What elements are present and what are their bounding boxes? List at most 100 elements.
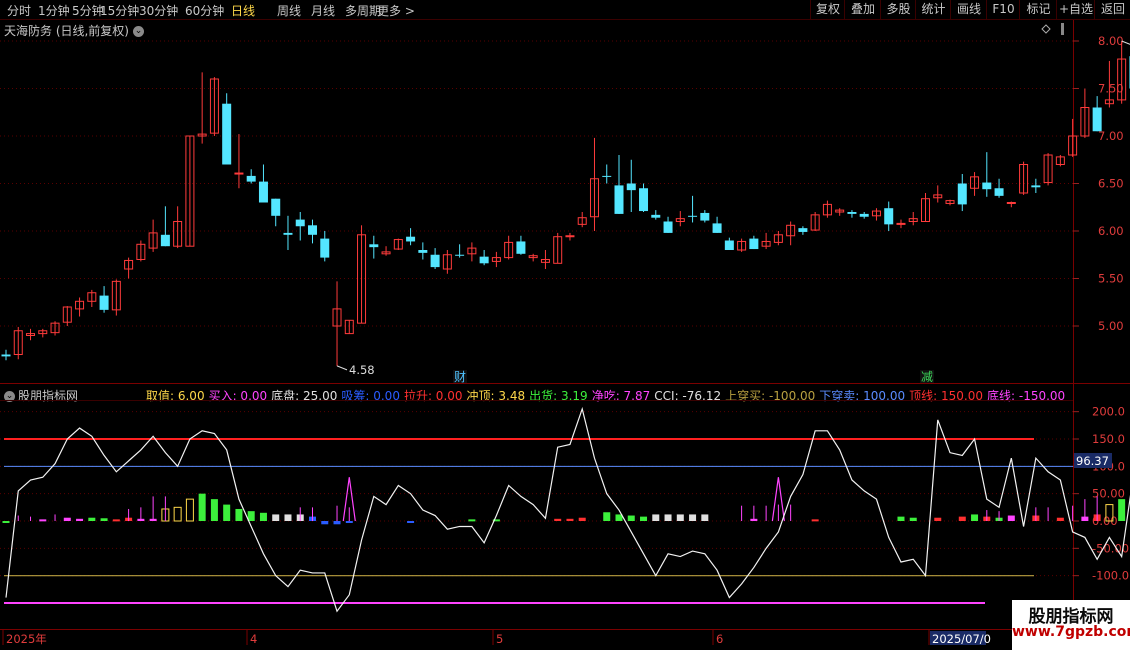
current-value-label: 96.37: [1076, 454, 1109, 468]
candle-down: [651, 214, 661, 218]
price-tick-label: 5.00: [1098, 319, 1124, 333]
indicator-bar: [2, 521, 10, 523]
indicator-bar: [664, 514, 672, 521]
candle-down: [957, 183, 967, 205]
candle-down: [798, 228, 808, 232]
indicator-bar: [210, 499, 218, 521]
indicator-bar: [701, 514, 709, 521]
candle-down: [859, 213, 869, 217]
candle-down: [602, 175, 612, 177]
indicator-bar: [689, 514, 697, 521]
scroll-icon: [1061, 23, 1064, 35]
candle-up: [565, 235, 575, 238]
indicator-bar: [1007, 515, 1015, 521]
indicator-bar: [88, 517, 96, 521]
indicator-bar: [958, 516, 966, 521]
time-label-0: 2025年: [6, 632, 47, 646]
indicator-bar: [603, 512, 611, 521]
indicator-bar: [909, 517, 917, 521]
indicator-bar: [76, 518, 84, 521]
watermark: 股朋指标网 www.7gpzb.com: [1012, 600, 1130, 650]
candle-down: [320, 238, 330, 258]
candle-down: [222, 103, 232, 165]
candle-up: [896, 222, 906, 225]
time-label-4: 2025/07/0: [932, 632, 991, 646]
candle-down: [1031, 185, 1041, 188]
candle-down: [724, 240, 734, 250]
diamond-icon: [1041, 24, 1051, 34]
candle-down: [639, 188, 649, 212]
indicator-bar: [100, 518, 108, 521]
indicator-bar: [63, 517, 71, 521]
indicator-bar: [259, 512, 267, 521]
candle-down: [99, 295, 109, 310]
indicator-bar: [272, 514, 280, 521]
indicator-bar: [284, 514, 292, 521]
indicator-bar: [468, 519, 476, 522]
price-tick-label: 7.50: [1098, 82, 1124, 96]
candle-down: [246, 175, 256, 182]
candle-down: [1092, 107, 1102, 132]
price-tick-label: 6.50: [1098, 177, 1124, 191]
watermark-line2: www.7gpzb.com: [1012, 624, 1130, 640]
indicator-bar: [173, 506, 182, 522]
candle-down: [258, 181, 268, 203]
candle-down: [1, 354, 11, 357]
price-tick-label: 8.00: [1098, 34, 1124, 48]
indicator-bar: [39, 519, 47, 522]
candle-down: [516, 241, 526, 254]
candle-down: [430, 254, 440, 268]
indicator-bar: [235, 508, 243, 521]
candle-down: [614, 185, 624, 214]
indicator-bar: [198, 493, 206, 521]
candle-down: [982, 182, 992, 190]
price-tick-label: 7.00: [1098, 129, 1124, 143]
candle-down: [688, 215, 698, 217]
price-tick-label: 5.50: [1098, 272, 1124, 286]
chart-canvas[interactable]: 8.007.507.006.506.005.505.008.004.58财减20…: [0, 0, 1130, 650]
ind-tick-label: -100.0: [1092, 569, 1129, 583]
indicator-bar: [407, 521, 415, 523]
candle-down: [663, 221, 673, 233]
candle-down: [295, 219, 305, 227]
candle-down: [994, 188, 1004, 196]
indicator-bar: [333, 521, 341, 525]
candle-up: [1006, 202, 1016, 204]
time-label-3: 6: [716, 632, 723, 646]
indicator-bar: [1118, 499, 1126, 521]
indicator-bar: [247, 511, 255, 521]
candle-down: [369, 244, 379, 248]
candle-down: [406, 236, 416, 242]
min-price-label: 4.58: [349, 363, 375, 377]
indicator-bar: [811, 519, 819, 522]
candle-down: [479, 256, 489, 264]
candle-down: [626, 183, 636, 191]
indicator-bar: [627, 515, 635, 521]
indicator-bar: [185, 498, 194, 522]
ind-tick-label: 150.0: [1092, 432, 1125, 446]
indicator-bar: [971, 514, 979, 521]
candle-down: [847, 212, 857, 214]
indicator-bar: [345, 521, 353, 523]
indicator-bar: [934, 517, 942, 521]
candle-down: [308, 225, 317, 235]
min-arrow: [336, 365, 348, 371]
indicator-bar: [578, 517, 586, 521]
time-label-1: 4: [250, 632, 257, 646]
indicator-bar: [897, 516, 905, 521]
indicator-bar: [321, 521, 329, 525]
candle-down: [455, 254, 465, 256]
indicator-bar: [554, 518, 562, 521]
candle-down: [749, 238, 759, 250]
event-marker-1: 减: [921, 370, 933, 384]
candle-down: [712, 223, 722, 233]
candle-down: [160, 234, 170, 247]
price-tick-label: 6.00: [1098, 224, 1124, 238]
candle-down: [884, 208, 894, 225]
candle-down: [271, 198, 281, 216]
candle-down: [283, 232, 293, 235]
indicator-bar: [223, 504, 231, 521]
time-label-2: 5: [496, 632, 503, 646]
candle-down: [418, 250, 428, 253]
ind-tick-label: 200.0: [1092, 405, 1125, 419]
